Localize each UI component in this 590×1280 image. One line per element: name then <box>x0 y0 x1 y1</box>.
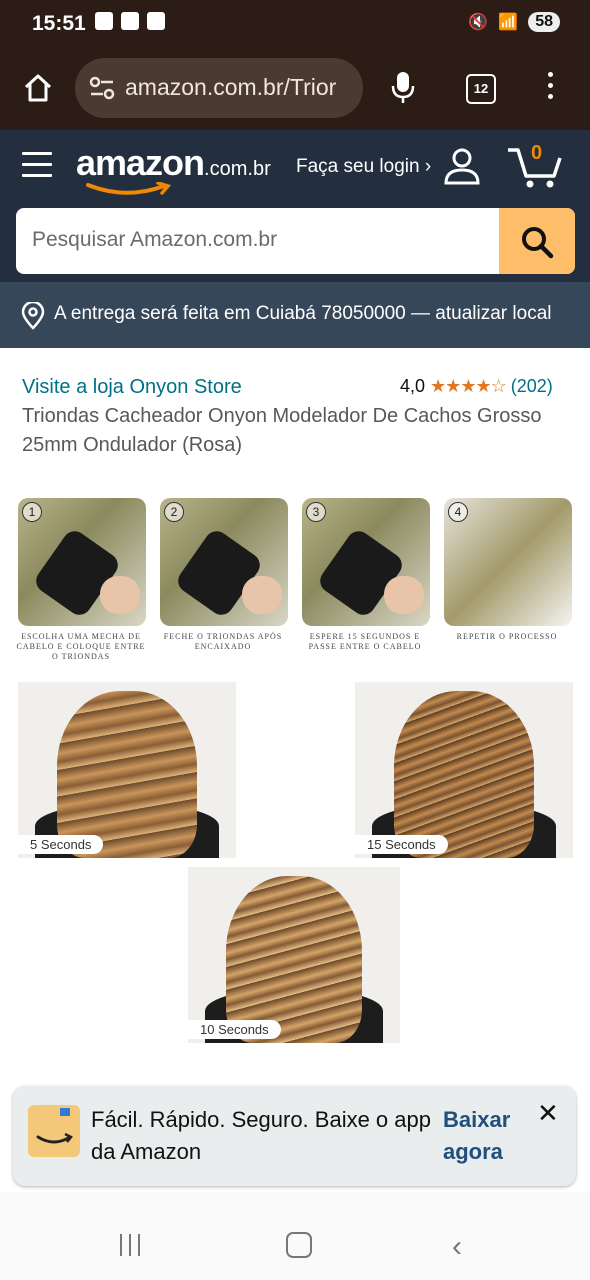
microphone-icon[interactable] <box>390 70 416 106</box>
step-caption: REPETIR O PROCESSO <box>456 632 558 641</box>
hand <box>100 576 140 614</box>
more-options-icon[interactable] <box>548 72 556 105</box>
notification-icons <box>95 12 165 30</box>
tabs-counter-icon[interactable]: 12 <box>466 74 496 104</box>
user-icon[interactable] <box>442 146 482 186</box>
back-icon[interactable]: ‹ <box>452 1230 462 1264</box>
home-icon[interactable] <box>22 72 54 104</box>
login-link[interactable]: Faça seu login › <box>296 156 431 178</box>
shopping-bag-icon <box>36 1108 73 1144</box>
rating-stars: ★★★★☆ <box>430 376 507 396</box>
url-bar[interactable]: amazon.com.br/Trior <box>75 58 363 118</box>
step-image-2[interactable]: 2 <box>160 498 288 626</box>
location-pin-icon <box>21 302 45 330</box>
step-caption: ESCOLHA UMA MECHA DE CABELO E COLOQUE EN… <box>16 632 146 661</box>
logo-tld: .com.br <box>204 158 271 180</box>
product-title: Triondas Cacheador Onyon Modelador De Ca… <box>22 405 542 456</box>
system-icons: 🔇 📶 58 <box>468 12 560 32</box>
amazon-smile-icon <box>86 182 172 195</box>
search-input[interactable]: Pesquisar Amazon.com.br <box>32 228 277 252</box>
product-rating[interactable]: 4,0 ★★★★☆ (202) <box>400 376 553 397</box>
system-navigation-bar: ‹ <box>0 1192 590 1280</box>
browser-toolbar: amazon.com.br/Trior 12 <box>0 50 590 130</box>
mute-icon: 🔇 <box>468 14 489 31</box>
home-button-icon[interactable] <box>286 1232 312 1258</box>
step-number: 1 <box>22 502 42 522</box>
logo-text: amazon <box>76 142 205 183</box>
wifi-icon: 📶 <box>498 14 519 31</box>
app-download-banner: Fácil. Rápido. Seguro. Baixe o app da Am… <box>13 1086 576 1186</box>
chat-icon <box>95 12 113 30</box>
hamburger-menu-icon[interactable] <box>22 152 52 185</box>
battery-icon: 58 <box>528 12 560 32</box>
download-app-button[interactable]: Baixar agora <box>443 1104 523 1168</box>
result-image-10-seconds[interactable]: 10 Seconds <box>188 867 400 1043</box>
status-bar: 15:51 🔇 📶 58 <box>0 0 590 50</box>
parking-icon <box>121 12 139 30</box>
site-settings-icon[interactable] <box>89 76 115 100</box>
delivery-location-bar[interactable]: A entrega será feita em Cuiabá 78050000 … <box>0 282 590 348</box>
rating-count[interactable]: (202) <box>511 376 553 396</box>
search-button[interactable] <box>499 208 575 274</box>
step-number: 2 <box>164 502 184 522</box>
hand <box>242 576 282 614</box>
rating-value: 4,0 <box>400 376 426 396</box>
step-number: 3 <box>306 502 326 522</box>
hair <box>394 690 534 858</box>
store-link[interactable]: Visite a loja Onyon Store <box>22 376 242 399</box>
amazon-app-icon[interactable] <box>28 1105 80 1157</box>
status-time: 15:51 <box>32 12 86 35</box>
search-bar[interactable]: Pesquisar Amazon.com.br <box>16 208 575 274</box>
step-image-3[interactable]: 3 <box>302 498 430 626</box>
step-caption: FECHE O TRIONDAS APÓS ENCAIXADO <box>163 632 283 651</box>
result-label: 15 Seconds <box>355 835 448 854</box>
amazon-header: amazon.com.br Faça seu login › 0 Pesquis… <box>0 130 590 282</box>
close-icon[interactable]: ✕ <box>537 1098 559 1129</box>
hair <box>57 690 197 858</box>
step-number: 4 <box>448 502 468 522</box>
url-text[interactable]: amazon.com.br/Trior <box>125 74 353 101</box>
result-image-5-seconds[interactable]: 5 Seconds <box>18 682 236 858</box>
result-label: 10 Seconds <box>188 1020 281 1039</box>
delivery-text[interactable]: A entrega será feita em Cuiabá 78050000 … <box>54 303 551 325</box>
search-icon <box>522 227 554 259</box>
hand <box>384 576 424 614</box>
step-image-1[interactable]: 1 <box>18 498 146 626</box>
app-icon <box>147 12 165 30</box>
recent-apps-icon[interactable] <box>120 1234 147 1261</box>
banner-text: Fácil. Rápido. Seguro. Baixe o app da Am… <box>91 1107 431 1164</box>
amazon-logo[interactable]: amazon.com.br <box>76 142 271 195</box>
result-image-15-seconds[interactable]: 15 Seconds <box>355 682 573 858</box>
cart-count: 0 <box>531 142 543 164</box>
hair <box>226 875 362 1043</box>
step-caption: ESPERE 15 SEGUNDOS E PASSE ENTRE O CABEL… <box>308 632 422 651</box>
step-image-4[interactable]: 4 <box>444 498 572 626</box>
result-label: 5 Seconds <box>18 835 104 854</box>
